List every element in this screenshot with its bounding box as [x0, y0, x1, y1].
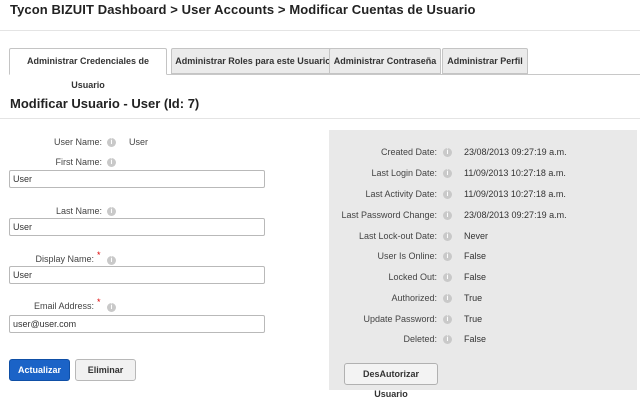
last-name-label: Last Name: — [55, 206, 102, 216]
update-button[interactable]: Actualizar — [9, 359, 70, 381]
first-name-field[interactable] — [9, 170, 265, 188]
unauthorize-user-button[interactable]: DesAutorizar Usuario — [344, 363, 438, 399]
username-value: User — [129, 137, 149, 147]
deleted-label: Deleted: — [403, 334, 437, 344]
info-icon: i — [443, 335, 452, 344]
created-date-label: Created Date: — [380, 147, 437, 157]
deleted-value: False — [464, 334, 487, 344]
last-activity-label: Last Activity Date: — [365, 189, 437, 199]
last-login-value: 11/09/2013 10:27:18 a.m. — [464, 168, 566, 178]
last-name-field[interactable] — [9, 218, 265, 236]
info-icon: i — [107, 303, 116, 312]
info-icon: i — [443, 211, 452, 220]
info-icon: i — [107, 138, 116, 147]
update-password-label: Update Password: — [363, 314, 437, 324]
tab-profile[interactable]: Administrar Perfil — [442, 48, 528, 74]
info-icon: i — [443, 252, 452, 261]
info-icon: i — [107, 256, 116, 265]
email-label: Email Address: — [33, 301, 94, 311]
display-name-label: Display Name: — [35, 254, 94, 264]
display-name-field[interactable] — [9, 266, 265, 284]
page-title: Modificar Usuario - User (Id: 7) — [10, 96, 200, 111]
info-icon: i — [443, 148, 452, 157]
info-icon: i — [107, 158, 116, 167]
required-marker: * — [97, 297, 101, 307]
tab-credentials[interactable]: Administrar Credenciales de Usuario — [9, 48, 167, 90]
locked-out-label: Locked Out: — [388, 272, 437, 282]
last-activity-value: 11/09/2013 10:27:18 a.m. — [464, 189, 566, 199]
last-login-label: Last Login Date: — [371, 168, 437, 178]
created-date-value: 23/08/2013 09:27:19 a.m. — [464, 147, 567, 157]
update-password-value: True — [464, 314, 483, 324]
info-icon: i — [443, 294, 452, 303]
section-divider — [0, 118, 640, 119]
username-label: User Name: — [53, 137, 102, 147]
header-divider — [0, 30, 640, 31]
tab-password[interactable]: Administrar Contraseña — [329, 48, 441, 74]
breadcrumb: Tycon BIZUIT Dashboard > User Accounts >… — [10, 2, 476, 17]
tab-bar: Administrar Credenciales de Usuario Admi… — [9, 48, 640, 90]
tab-roles[interactable]: Administrar Roles para este Usuario — [171, 48, 335, 74]
last-lockout-value: Never — [464, 231, 489, 241]
authorized-label: Authorized: — [391, 293, 437, 303]
user-online-value: False — [464, 251, 487, 261]
info-icon: i — [443, 169, 452, 178]
info-icon: i — [107, 207, 116, 216]
info-icon: i — [443, 232, 452, 241]
email-field[interactable] — [9, 315, 265, 333]
last-password-change-value: 23/08/2013 09:27:19 a.m. — [464, 210, 567, 220]
locked-out-value: False — [464, 272, 487, 282]
info-icon: i — [443, 273, 452, 282]
required-marker: * — [97, 250, 101, 260]
info-icon: i — [443, 190, 452, 199]
first-name-label: First Name: — [55, 157, 102, 167]
last-lockout-label: Last Lock-out Date: — [358, 231, 437, 241]
delete-button[interactable]: Eliminar — [75, 359, 136, 381]
last-password-change-label: Last Password Change: — [341, 210, 437, 220]
info-icon: i — [443, 315, 452, 324]
authorized-value: True — [464, 293, 483, 303]
user-online-label: User Is Online: — [377, 251, 437, 261]
